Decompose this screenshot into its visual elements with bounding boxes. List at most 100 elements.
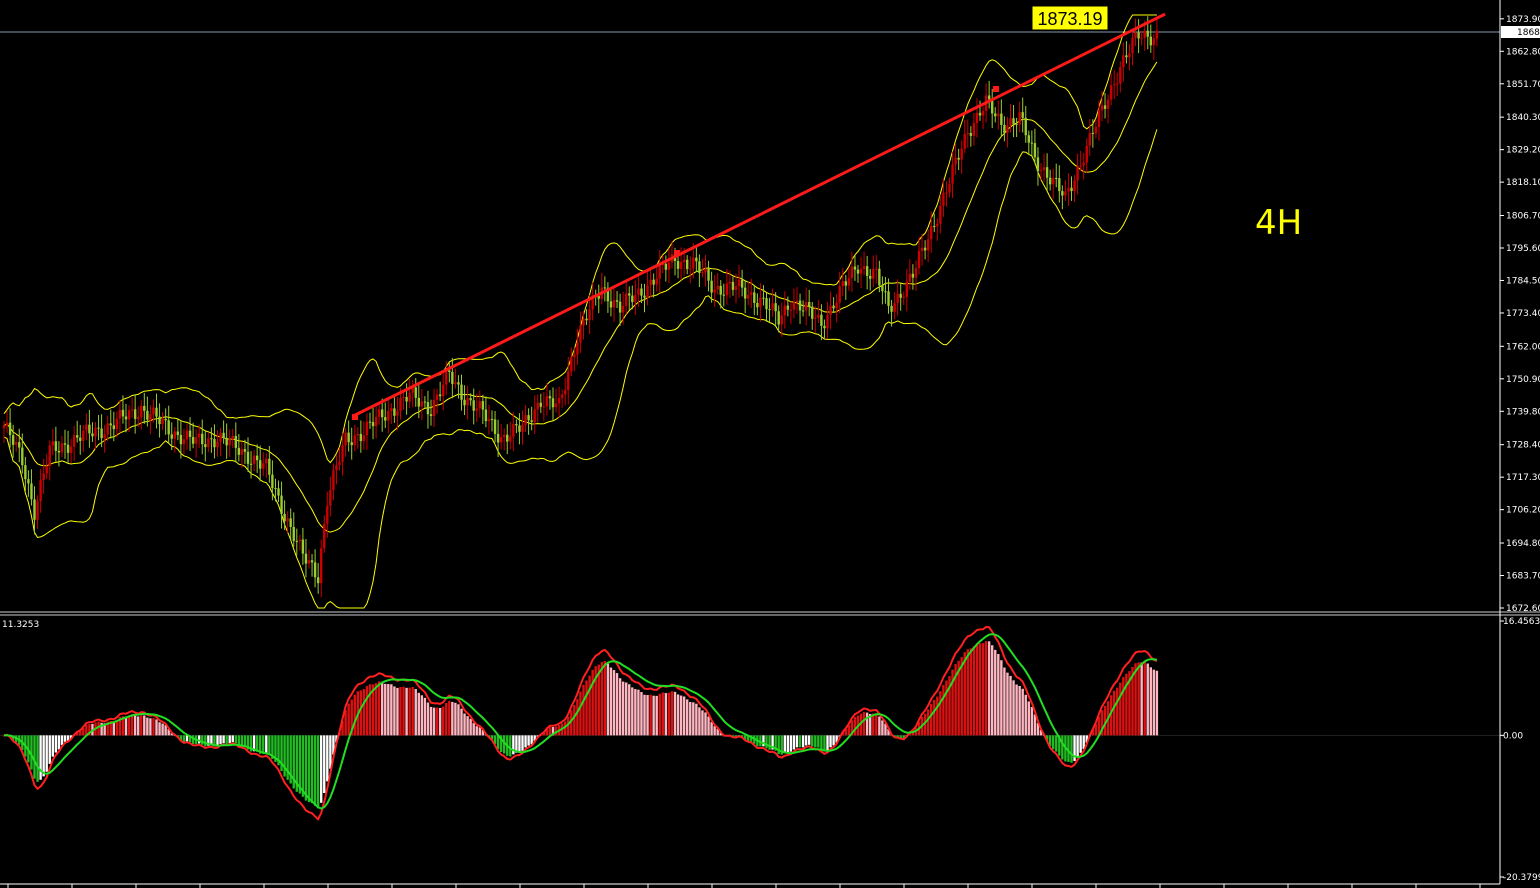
candle-body xyxy=(451,371,454,384)
candle-body xyxy=(969,133,973,136)
candle-body xyxy=(100,428,103,439)
candle-body xyxy=(66,444,70,453)
candle-body xyxy=(170,434,173,439)
candle-body xyxy=(951,164,954,184)
trendline-anchor-mid2[interactable] xyxy=(674,250,680,256)
candle-body xyxy=(981,111,985,116)
candle-body xyxy=(21,447,24,466)
candle-body xyxy=(1061,191,1064,196)
trendline-anchor-mid[interactable] xyxy=(993,86,999,92)
candle-body xyxy=(1146,30,1149,37)
candle-body xyxy=(795,300,799,303)
candle-body xyxy=(1109,85,1113,100)
macd-histogram-bar xyxy=(972,646,976,736)
macd-histogram-bar xyxy=(625,682,628,736)
candle-body xyxy=(689,268,692,270)
macd-histogram-bar xyxy=(661,692,664,736)
macd-histogram-bar xyxy=(45,735,48,772)
candle-body xyxy=(994,113,997,117)
macd-histogram-bar xyxy=(646,695,649,736)
candle-body xyxy=(350,442,353,446)
macd-histogram-bar xyxy=(801,735,805,748)
candle-body xyxy=(72,435,76,447)
macd-histogram-bar xyxy=(826,735,829,751)
candle-body xyxy=(228,439,231,446)
macd-histogram-bar xyxy=(1155,670,1159,736)
candle-body xyxy=(997,113,1000,117)
macd-histogram-bar xyxy=(390,684,393,736)
macd-histogram-bar xyxy=(1012,680,1015,736)
candle-body xyxy=(140,405,143,418)
candle-body xyxy=(332,470,335,491)
macd-histogram-bar xyxy=(478,727,481,736)
current-price-text: 1868.60 xyxy=(1517,28,1540,38)
price-tick-label: 1840.30 xyxy=(1506,113,1540,123)
candle-body xyxy=(210,438,213,440)
macd-histogram-bar xyxy=(265,735,268,754)
candle-body xyxy=(112,425,115,430)
candle-body xyxy=(509,436,512,442)
trendline-anchor-left[interactable] xyxy=(352,414,358,420)
candle-body xyxy=(987,95,991,100)
candle-body xyxy=(844,281,847,286)
macd-histogram-bar xyxy=(36,735,39,782)
macd-histogram-bar xyxy=(359,690,363,736)
candle-body xyxy=(588,309,591,321)
candle-body xyxy=(11,435,15,445)
macd-histogram-bar xyxy=(405,687,408,736)
candle-body xyxy=(252,455,256,464)
macd-histogram-bar xyxy=(936,696,939,736)
macd-histogram-bar xyxy=(42,735,45,777)
candle-body xyxy=(1088,132,1091,146)
candle-body xyxy=(573,354,576,358)
macd-histogram-bar xyxy=(997,653,1000,736)
candle-body xyxy=(506,434,509,442)
candle-body xyxy=(780,315,783,325)
candle-body xyxy=(808,302,811,307)
candle-body xyxy=(283,513,286,522)
candle-body xyxy=(24,465,27,480)
candle-body xyxy=(975,112,979,124)
macd-histogram-bar xyxy=(786,735,790,753)
candle-body xyxy=(942,192,945,206)
price-tick-label: 1829.20 xyxy=(1506,146,1540,156)
candle-body xyxy=(750,292,753,295)
macd-histogram-bar xyxy=(984,641,988,736)
macd-histogram-bar xyxy=(222,735,225,744)
macd-histogram-bar xyxy=(978,643,982,736)
candle-body xyxy=(936,223,939,227)
candle-body xyxy=(765,298,768,310)
macd-histogram-bar xyxy=(237,735,241,746)
candle-body xyxy=(130,409,134,411)
candle-body xyxy=(365,421,369,436)
candle-body xyxy=(902,296,905,298)
candle-body xyxy=(621,305,625,313)
candle-body xyxy=(8,422,12,436)
macd-histogram-bar xyxy=(783,735,786,754)
candle-body xyxy=(143,405,146,411)
candle-body xyxy=(91,433,94,437)
macd-histogram-bar xyxy=(808,735,811,745)
macd-histogram-bar xyxy=(137,716,140,736)
macd-histogram-bar xyxy=(658,693,661,736)
macd-histogram-bar xyxy=(872,713,875,736)
candle-body xyxy=(109,423,112,426)
price-tag[interactable]: 1873.19 xyxy=(1031,5,1109,31)
candle-body xyxy=(18,442,21,448)
candle-body xyxy=(1079,165,1082,167)
candle-body xyxy=(329,490,332,506)
candle-body xyxy=(1067,187,1070,192)
candle-body xyxy=(631,295,634,303)
macd-histogram-bar xyxy=(600,662,603,736)
candle-body xyxy=(570,357,573,372)
macd-histogram-bar xyxy=(307,735,311,803)
candle-body xyxy=(432,399,436,417)
candle-body xyxy=(222,432,225,438)
candle-body xyxy=(530,420,533,422)
candle-body xyxy=(137,417,140,420)
candle-body xyxy=(826,315,829,329)
candle-body xyxy=(304,553,308,564)
macd-histogram-bar xyxy=(323,735,326,794)
candle-body xyxy=(292,526,295,541)
candle-body xyxy=(1122,55,1125,68)
